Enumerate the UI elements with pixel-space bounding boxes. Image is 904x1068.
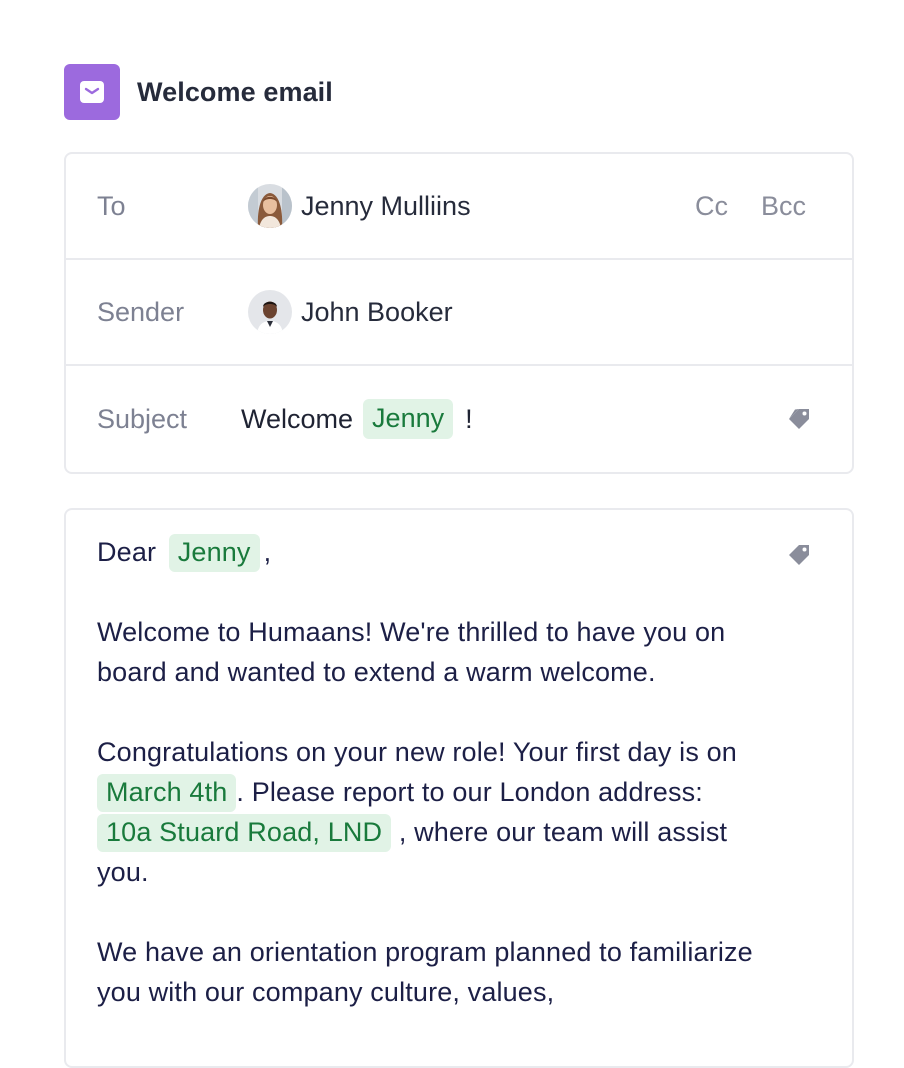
to-recipient-chip[interactable]: Jenny Mulliins	[248, 154, 471, 258]
tag-icon[interactable]	[786, 542, 812, 568]
greeting-prefix: Dear	[97, 537, 157, 567]
to-label: To	[97, 190, 126, 221]
email-fields-card: To Jenny Mulliins Cc Bcc Sender John Boo…	[64, 152, 854, 474]
tag-icon[interactable]	[786, 406, 812, 432]
email-body-card[interactable]: Dear Jenny, Welcome to Humaans! We're th…	[64, 508, 854, 1068]
subject-suffix: !	[465, 403, 473, 434]
mail-icon	[64, 64, 120, 120]
to-row: To Jenny Mulliins Cc Bcc	[66, 154, 852, 260]
body-paragraph-2: Congratulations on your new role! Your f…	[97, 732, 757, 892]
subject-text: Welcome	[241, 403, 354, 434]
sender-name: John Booker	[301, 296, 453, 327]
greeting-suffix: ,	[263, 537, 272, 567]
avatar	[248, 184, 292, 228]
subject-label: Subject	[97, 403, 188, 434]
subject-variable-chip[interactable]: Jenny	[363, 399, 454, 439]
greeting-variable-chip[interactable]: Jenny	[168, 534, 260, 572]
start-date-variable-chip[interactable]: March 4th	[97, 774, 237, 812]
cc-bcc-controls: Cc Bcc	[695, 154, 806, 258]
bcc-button[interactable]: Bcc	[761, 191, 806, 222]
page-title: Welcome email	[137, 76, 333, 107]
sender-row: Sender John Booker	[66, 260, 852, 366]
subject-input[interactable]: Welcome Jenny !	[241, 366, 473, 472]
email-body-text: Dear Jenny, Welcome to Humaans! We're th…	[97, 532, 757, 1052]
sender-label: Sender	[97, 296, 185, 327]
email-header: Welcome email	[64, 64, 333, 120]
subject-row: Subject Welcome Jenny !	[66, 366, 852, 472]
cc-button[interactable]: Cc	[695, 191, 728, 222]
avatar	[248, 290, 292, 334]
paragraph-2-part-1: Congratulations on your new role! Your f…	[97, 737, 737, 767]
body-paragraph-3: We have an orientation program planned t…	[97, 937, 753, 1007]
address-variable-chip[interactable]: 10a Stuard Road, LND	[97, 814, 392, 852]
sender-chip[interactable]: John Booker	[248, 260, 453, 364]
paragraph-2-part-2: . Please report to our London address:	[236, 777, 703, 807]
body-paragraph-1: Welcome to Humaans! We're thrilled to ha…	[97, 617, 726, 687]
to-recipient-name: Jenny Mulliins	[301, 190, 471, 221]
greeting-line: Dear Jenny,	[97, 532, 757, 572]
